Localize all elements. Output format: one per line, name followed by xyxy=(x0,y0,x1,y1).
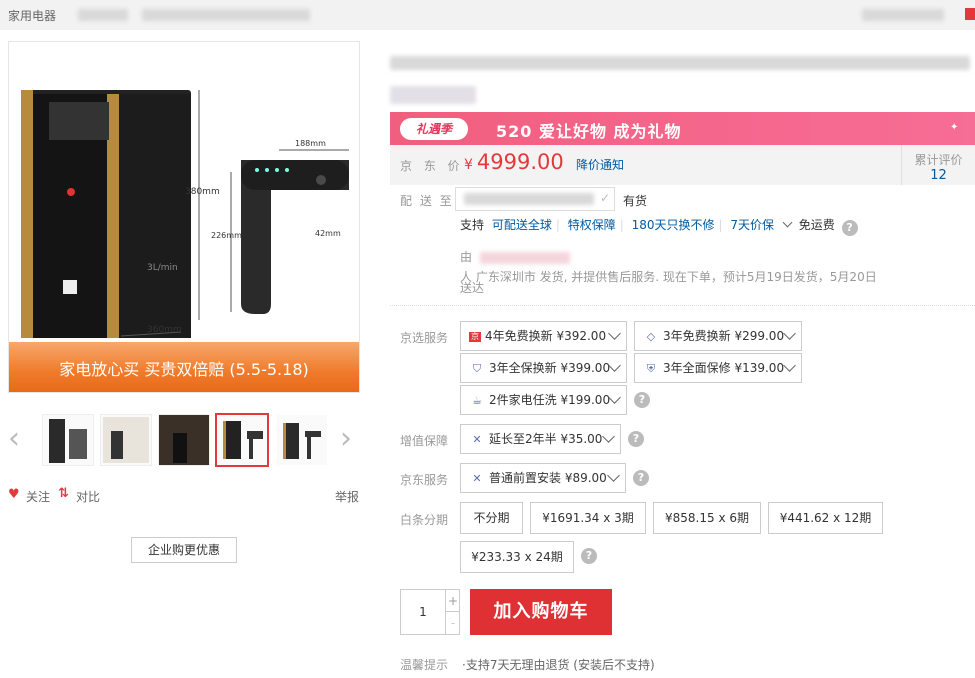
jx-service-label: 京选服务 xyxy=(400,331,449,345)
dim-height: 380mm xyxy=(185,187,220,197)
help-icon[interactable]: ? xyxy=(581,548,597,564)
support-global[interactable]: 可配送全球 xyxy=(492,218,552,232)
service-option-4yr-replace[interactable]: 京 4年免费换新 ¥392.00 xyxy=(460,321,627,351)
product-illustration: 3L/min 380mm 360mm 188mm 226mm 42mm xyxy=(21,90,349,338)
dim-faucet-height: 226mm xyxy=(211,231,242,240)
delivery-address-select[interactable]: ✓ xyxy=(455,187,615,211)
promo-logo: 礼遇季 xyxy=(400,118,468,140)
delivery-label: 配 送 至 xyxy=(400,194,454,208)
product-title-blurred-2 xyxy=(390,86,476,104)
price-notify-link[interactable]: 降价通知 xyxy=(576,156,624,173)
help-icon[interactable]: ? xyxy=(634,392,650,408)
tools-icon: ✕ xyxy=(472,471,482,485)
help-icon[interactable]: ? xyxy=(841,220,858,236)
jd-service-label: 京东服务 xyxy=(400,473,449,487)
chevron-left-icon[interactable]: ‹ xyxy=(8,424,28,454)
support-privilege[interactable]: 特权保障 xyxy=(568,218,616,232)
support-price-protect[interactable]: 7天价保 xyxy=(730,218,774,232)
breadcrumb-blurred-2 xyxy=(142,9,310,21)
zz-service-label: 增值保障 xyxy=(400,434,449,448)
compare-icon[interactable]: ⇅ xyxy=(58,486,69,501)
thumbnail[interactable] xyxy=(276,414,328,466)
dim-faucet-spout: 42mm xyxy=(315,229,341,238)
tips-label: 温馨提示 xyxy=(400,658,449,672)
heart-icon[interactable]: ♥ xyxy=(8,487,20,502)
promo-text: 520 爱让好物 成为礼物 xyxy=(496,122,682,141)
support-exchange[interactable]: 180天只换不修 xyxy=(632,218,715,232)
breadcrumb-category[interactable]: 家用电器 xyxy=(8,7,56,24)
support-row: 支持 可配送全球 | 特权保障 | 180天只换不修 | 7天价保 免运费 ? xyxy=(460,216,858,236)
sparkle-icon: ✦ xyxy=(950,122,959,133)
chevron-right-icon[interactable]: › xyxy=(340,424,360,454)
product-actions: ♥ 关注 ⇅ 对比 举报 xyxy=(8,486,360,507)
help-icon[interactable]: ? xyxy=(633,470,649,486)
service-option-3yr-replace[interactable]: ◇ 3年免费换新 ¥299.00 xyxy=(634,321,802,351)
close-icon[interactable] xyxy=(965,8,975,20)
service-option-3yr-full-replace[interactable]: ⛉ 3年全保换新 ¥399.00 xyxy=(460,353,627,383)
quantity-minus-button[interactable]: - xyxy=(445,612,460,634)
quantity-stepper[interactable]: 1 + - xyxy=(400,589,460,635)
promo-banner[interactable]: 礼遇季 520 爱让好物 成为礼物 ✦ xyxy=(390,112,975,145)
enterprise-purchase-button[interactable]: 企业购更优惠 xyxy=(131,537,237,563)
product-main-image[interactable]: 3L/min 380mm 360mm 188mm 226mm 42mm 家电放心… xyxy=(8,41,360,393)
chevron-down-icon[interactable] xyxy=(782,217,793,228)
svg-text:3L/min: 3L/min xyxy=(147,263,178,273)
divider xyxy=(390,305,975,306)
quantity-plus-button[interactable]: + xyxy=(445,590,460,612)
installation-option[interactable]: ✕ 普通前置安装 ¥89.00 xyxy=(460,463,626,493)
shipping-info: 由 人 广东深圳市 发货, 并提供售后服务. 现在下单，预计5月19日发货，5月… xyxy=(460,247,975,287)
cup-icon: ☕ xyxy=(472,393,482,407)
product-title-blurred xyxy=(390,56,970,70)
free-shipping: 免运费 xyxy=(798,218,835,232)
shop-name-blurred xyxy=(862,9,944,21)
thumbnail[interactable] xyxy=(42,414,94,466)
shield-icon: ⛉ xyxy=(472,361,482,375)
follow-link[interactable]: 关注 xyxy=(26,488,50,505)
wrench-icon: ✕ xyxy=(472,432,482,446)
thumbnail[interactable] xyxy=(100,414,152,466)
help-icon[interactable]: ? xyxy=(628,431,644,447)
installment-3[interactable]: ¥1691.34 x 3期 xyxy=(530,502,646,534)
price-label: 京 东 价 xyxy=(400,159,464,173)
review-count[interactable]: 12 xyxy=(902,168,975,183)
service-option-3yr-warranty[interactable]: ⛨ 3年全面保修 ¥139.00 xyxy=(634,353,802,383)
installment-24[interactable]: ¥233.33 x 24期 xyxy=(460,541,574,573)
extended-warranty-option[interactable]: ✕ 延长至2年半 ¥35.00 xyxy=(460,424,621,454)
review-label: 累计评价 xyxy=(914,153,963,167)
dim-faucet-width: 188mm xyxy=(295,139,326,148)
support-label: 支持 xyxy=(460,218,485,232)
dim-depth: 360mm xyxy=(147,325,182,335)
address-blurred xyxy=(464,193,594,205)
price-value: ¥4999.00 xyxy=(464,150,564,174)
service-option-clean[interactable]: ☕ 2件家电任洗 ¥199.00 xyxy=(460,385,627,415)
price-bar: 京 东 价 ¥4999.00 降价通知 累计评价 12 xyxy=(390,145,975,185)
baitiao-label: 白条分期 xyxy=(400,513,449,527)
quantity-value[interactable]: 1 xyxy=(401,590,445,634)
diamond-icon: ◇ xyxy=(646,329,656,343)
check-icon: ✓ xyxy=(600,191,611,205)
ship-prefix: 由 xyxy=(460,250,473,264)
thumbnail[interactable] xyxy=(158,414,210,466)
top-bar: 家用电器 xyxy=(0,0,975,30)
compare-link[interactable]: 对比 xyxy=(76,488,100,505)
ship-arrival: 送达 xyxy=(460,281,485,295)
stock-status: 有货 xyxy=(623,194,648,208)
seller-blurred xyxy=(479,251,570,264)
thumbnail-selected[interactable] xyxy=(215,413,269,467)
ship-text: 人 广东深圳市 发货, 并提供售后服务. 现在下单，预计5月19日发货，5月20… xyxy=(460,270,877,284)
shield-check-icon: ⛨ xyxy=(646,361,656,375)
thumbnail-strip: ‹ › xyxy=(8,412,360,468)
tips-row: 温馨提示 ·支持7天无理由退货 (安装后不支持) xyxy=(400,656,655,673)
report-link[interactable]: 举报 xyxy=(335,488,359,505)
installment-6[interactable]: ¥858.15 x 6期 xyxy=(653,502,761,534)
tips-text: ·支持7天无理由退货 (安装后不支持) xyxy=(462,658,655,672)
installment-12[interactable]: ¥441.62 x 12期 xyxy=(768,502,883,534)
installment-none[interactable]: 不分期 xyxy=(460,502,523,534)
guarantee-banner[interactable]: 家电放心买 买贵双倍赔 (5.5-5.18) xyxy=(9,342,359,392)
review-count-box[interactable]: 累计评价 12 xyxy=(901,145,975,185)
breadcrumb-blurred xyxy=(78,9,128,21)
add-to-cart-button[interactable]: 加入购物车 xyxy=(470,589,612,635)
jd-badge-icon: 京 xyxy=(469,331,481,342)
